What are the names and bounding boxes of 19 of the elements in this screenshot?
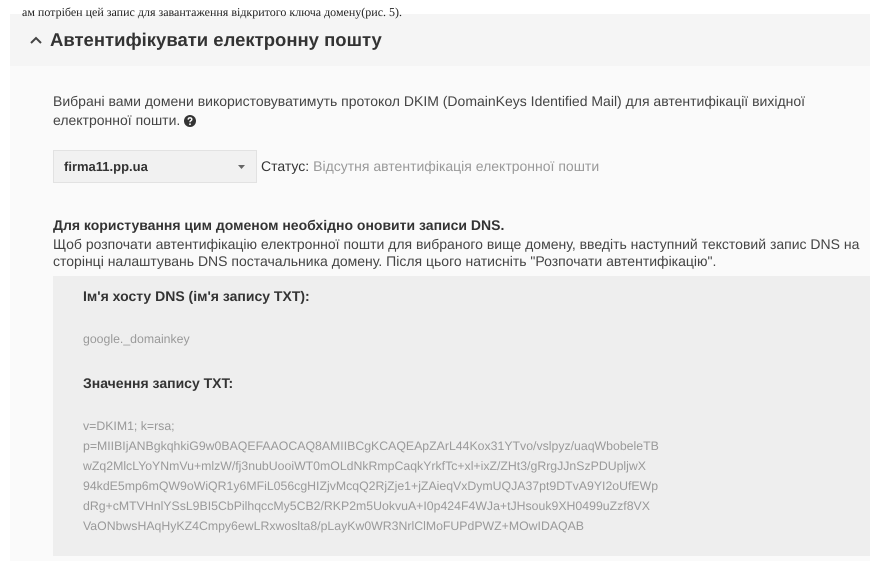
- help-icon[interactable]: [184, 115, 196, 127]
- dns-notice-text: Щоб розпочати автентифікацію електронної пошти для вибраного вище домену, введіть наступний текстовий запис DNS на сторінці налаштувань DNS постачальника домену. Після цього натисніть "Розпочати автентифікацію".: [53, 236, 860, 270]
- record-label: Ім'я хосту DNS (ім'я запису TXT):: [83, 287, 311, 306]
- section-title: Автентифікувати електронну пошту: [50, 28, 382, 52]
- record-value: wZq2MlcLYoYNmVu+mlzW/fj3nubUooiWT0mOLdNkRmpCaqkYrkfTc+xl+ixZ/ZHt3/gRrgJJnSzPDUpljwX: [83, 458, 647, 475]
- record-value: 94kdE5mp6mQW9oWiQR1y6MFiL056cgHIZjvMcqQ2RjZje1+jZAieqVxDymUQJA37pt9DTvA9YI2oUfEWp: [83, 478, 660, 495]
- record-value: p=MIIBIjANBgkqhkiG9w0BAQEFAAOCAQ8AMIIBCgKCAQEApZArL44Kox31YTvo/vslpyz/uaqWbobeleTB: [83, 438, 660, 455]
- record-value: VaONbwsHAqHyKZ4Cmpy6ewLRxwoslta8/pLayKw0WR3NrlClMoFUPdPWZ+MOwIDAQAB: [83, 518, 585, 535]
- description-text: Вибрані вами домени використовуватимуть протокол DKIM (DomainKeys Identified Mail) для автентифікації вихідної електронної пошти.: [53, 92, 806, 130]
- chevron-up-icon[interactable]: [30, 36, 42, 44]
- status-label: Статус:: [261, 157, 310, 176]
- caret-icon[interactable]: [238, 164, 245, 168]
- record-value: dRg+cMTVHnlYSsL9BI5CbPilhqccMy5CB2/RKP2m5UokvuA+I0p424F4WJa+tJHsouk9XH0499uZzf8VX: [83, 498, 651, 515]
- record-value: google._domainkey: [83, 331, 191, 348]
- domain-dropdown[interactable]: firma11.pp.ua: [53, 150, 257, 183]
- dns-notice-title: Для користування цим доменом необхідно оновити записи DNS.: [53, 216, 506, 235]
- record-label: Значення запису TXT:: [83, 374, 234, 393]
- record-value: v=DKIM1; k=rsa;: [83, 418, 176, 435]
- status-value: Відсутня автентифікація електронної пошти: [313, 157, 600, 176]
